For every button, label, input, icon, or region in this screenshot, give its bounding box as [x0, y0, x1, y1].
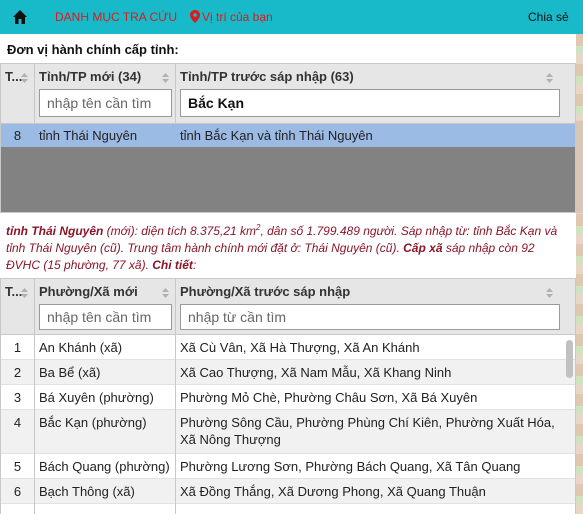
sort-arrows-icon[interactable] [545, 288, 554, 298]
cell-stt: 3 [13, 390, 22, 405]
scrollbar-thumb[interactable] [566, 340, 573, 378]
new-province-filter-input[interactable] [39, 89, 172, 117]
your-location-label: Vị trí của bạn [202, 10, 273, 24]
cell-new-ward: Bá Xuyên (phường) [39, 390, 154, 405]
cell-new-ward: An Khánh (xã) [39, 340, 123, 355]
col-header-old-ward[interactable]: Phường/Xã trước sáp nhập [176, 279, 566, 305]
catalog-menu-link[interactable]: DANH MỤC TRA CỨU [55, 10, 177, 24]
cap-xa-label: Cấp xã [403, 241, 443, 255]
cell-stt: 4 [13, 415, 22, 430]
col-divider [34, 279, 35, 514]
cell-old-province: tỉnh Bắc Kạn và tỉnh Thái Nguyên [180, 128, 373, 143]
province-grid: T... Tỉnh/TP mới (34) Tỉnh/TP trước sáp … [0, 63, 576, 213]
province-grid-header: T... Tỉnh/TP mới (34) Tỉnh/TP trước sáp … [1, 64, 575, 124]
info-text-1: (mới): diện tích 8.375,21 km [103, 224, 256, 238]
ward-row[interactable]: 3 Bá Xuyên (phường) Phường Mỏ Chè, Phường … [1, 385, 575, 410]
ward-row[interactable]: 5 Bách Quang (phường) Phường Lương Sơn, Ph… [1, 454, 575, 479]
cell-new-province: tỉnh Thái Nguyên [39, 128, 138, 143]
cell-old-ward: Xã Cao Thượng, Xã Nam Mẫu, Xã Khang Ninh [180, 365, 452, 380]
col-header-new-ward[interactable]: Phường/Xã mới [35, 279, 175, 305]
ward-row[interactable]: 6 Bạch Thông (xã) Xã Đồng Thắng, Xã Dương … [1, 479, 575, 504]
cell-stt: 5 [13, 459, 22, 474]
cell-stt: 8 [13, 128, 22, 143]
cell-old-ward: Xã Cù Vân, Xã Hà Thượng, Xã An Khánh [180, 340, 420, 355]
new-ward-filter-input[interactable] [39, 304, 172, 330]
cell-stt: 6 [13, 484, 22, 499]
cell-new-ward: Bắc Kạn (phường) [39, 415, 147, 430]
background-map-strip [576, 34, 583, 514]
ward-scrollbar[interactable] [565, 337, 574, 514]
cell-stt: 2 [13, 365, 22, 380]
sort-arrows-icon[interactable] [20, 288, 29, 298]
col-header-stt[interactable]: T... [1, 64, 34, 90]
cell-old-ward: Xã Đồng Thắng, Xã Dương Phong, Xã Quang … [180, 484, 486, 499]
cell-new-ward: Bạch Thông (xã) [39, 484, 135, 499]
col-header-stt[interactable]: T... [1, 279, 34, 305]
col-header-old-province[interactable]: Tỉnh/TP trước sáp nhập (63) [176, 64, 566, 90]
province-name: tỉnh Thái Nguyên [6, 224, 104, 238]
province-info-text: tỉnh Thái Nguyên (mới): diện tích 8.375,… [6, 219, 571, 274]
sort-arrows-icon[interactable] [161, 288, 170, 298]
detail-link[interactable]: Chi tiết [152, 258, 193, 272]
old-ward-filter-input[interactable] [180, 304, 560, 330]
ward-row[interactable]: 1 An Khánh (xã) Xã Cù Vân, Xã Hà Thượng, X… [1, 335, 575, 360]
map-pin-icon [190, 10, 200, 23]
cell-stt: 1 [13, 340, 22, 355]
home-icon[interactable] [12, 9, 28, 25]
col-divider [175, 279, 176, 514]
col-header-new-province[interactable]: Tỉnh/TP mới (34) [35, 64, 175, 90]
share-button[interactable]: Chia sẻ [528, 10, 569, 24]
ward-row[interactable]: 4 Bắc Kạn (phường) Phường Sông Cầu, Phường… [1, 410, 575, 454]
sort-arrows-icon[interactable] [161, 73, 170, 83]
province-section-title: Đơn vị hành chính cấp tỉnh: [7, 42, 179, 57]
sort-arrows-icon[interactable] [20, 73, 29, 83]
top-nav-bar: DANH MỤC TRA CỨU Vị trí của bạn Chia sẻ [0, 0, 583, 34]
cell-old-ward: Phường Mỏ Chè, Phường Châu Sơn, Xã Bá Xu… [180, 390, 478, 405]
ward-rows: 1 An Khánh (xã) Xã Cù Vân, Xã Hà Thượng, X… [1, 335, 575, 504]
ward-grid-header: T... Phường/Xã mới Phường/Xã trước sáp n… [1, 279, 575, 335]
sort-arrows-icon[interactable] [545, 73, 554, 83]
cell-old-ward: Phường Sông Cầu, Phường Phùng Chí Kiên, … [180, 415, 555, 447]
old-province-filter-input[interactable] [180, 89, 560, 117]
province-row-selected[interactable]: 8 tỉnh Thái Nguyên tỉnh Bắc Kạn và tỉnh … [1, 124, 575, 147]
info-tail: : [192, 258, 197, 272]
your-location-link[interactable]: Vị trí của bạn [190, 10, 273, 24]
cell-new-ward: Bách Quang (phường) [39, 459, 170, 474]
cell-new-ward: Ba Bể (xã) [39, 365, 101, 380]
ward-row[interactable]: 2 Ba Bể (xã) Xã Cao Thượng, Xã Nam Mẫu, Xã… [1, 360, 575, 385]
ward-grid: T... Phường/Xã mới Phường/Xã trước sáp n… [0, 278, 576, 514]
cell-old-ward: Phường Lương Sơn, Phường Bách Quang, Xã … [180, 459, 521, 474]
